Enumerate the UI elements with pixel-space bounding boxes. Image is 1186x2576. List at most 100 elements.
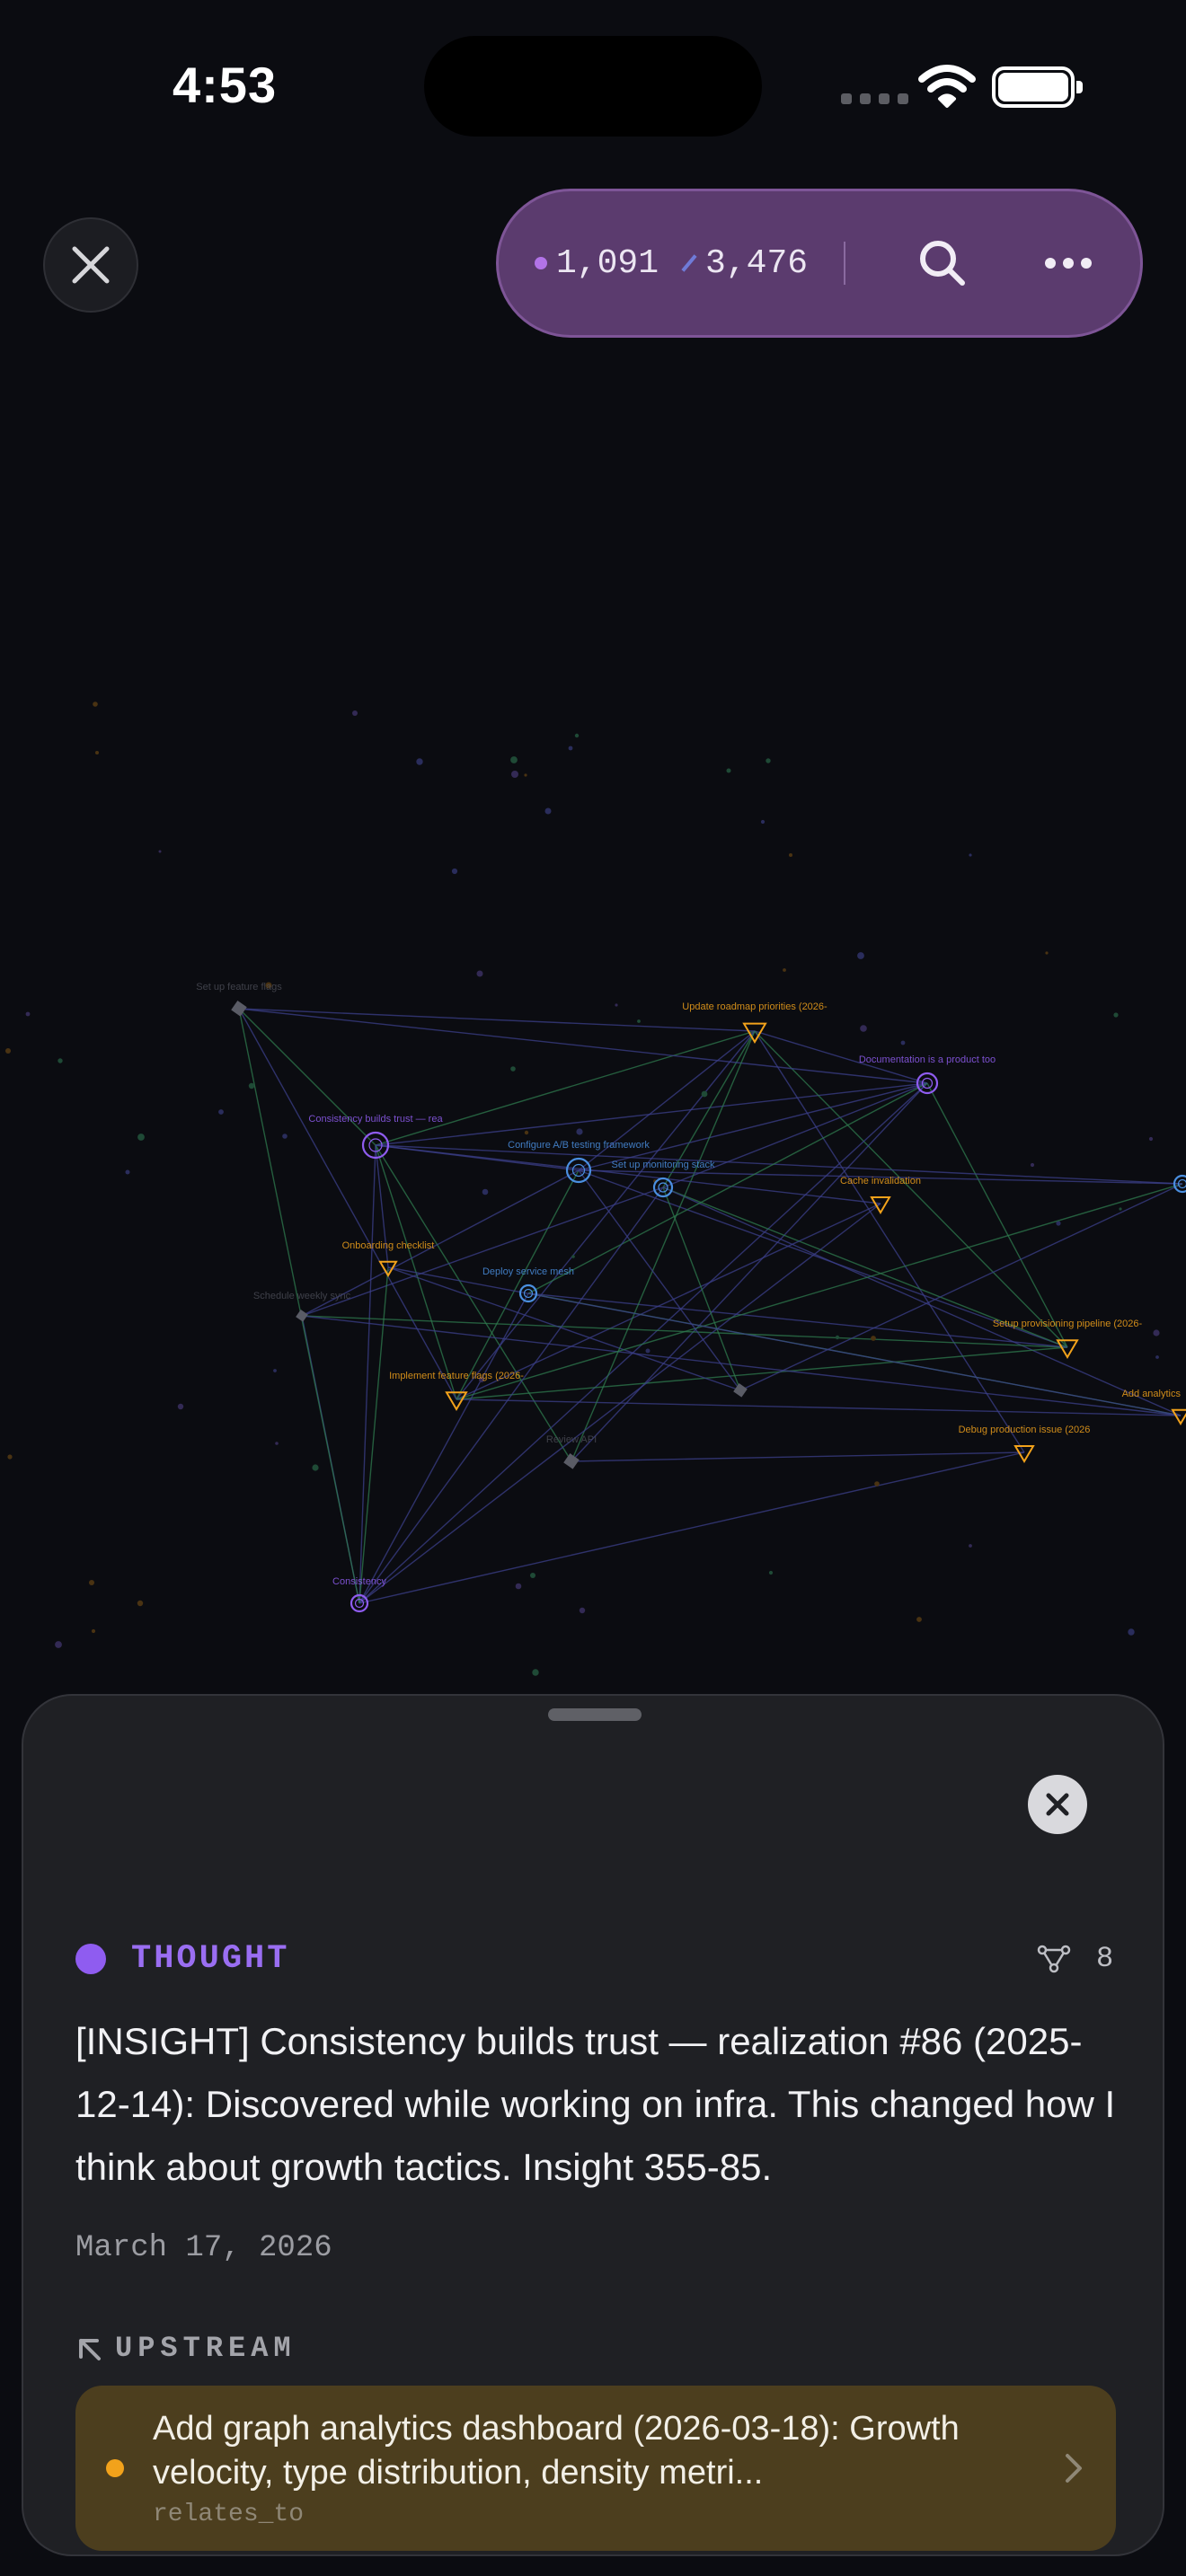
graph-edge xyxy=(527,1292,1068,1348)
node-detail-sheet: THOUGHT 8 [INSIGHT] Consistency builds t… xyxy=(22,1694,1164,2556)
graph-node-label: Setup provisioning pipeline (2026- xyxy=(993,1319,1143,1329)
graph-background-dot xyxy=(137,1134,145,1141)
graph-node-label: Set up feature flags xyxy=(196,982,282,992)
link-title: Add graph analytics dashboard (2026-03-1… xyxy=(153,2410,960,2492)
graph-edge xyxy=(238,1008,360,1604)
graph-background-dot xyxy=(158,850,162,853)
graph-edge xyxy=(578,1169,741,1391)
graph-node-label: Deploy service mesh xyxy=(482,1266,574,1277)
graph-edge xyxy=(358,1144,376,1604)
graph-background-dot xyxy=(95,751,99,754)
graph-node[interactable]: Documentation is a product too xyxy=(859,1054,996,1095)
graph-edge xyxy=(375,1144,572,1462)
type-color-dot xyxy=(75,1944,106,1974)
close-sheet-button[interactable] xyxy=(1028,1775,1087,1834)
link-type-dot xyxy=(106,2459,124,2477)
graph-background-dot xyxy=(1119,1207,1122,1211)
graph-node-label: Schedule weekly sync xyxy=(253,1291,351,1301)
graph-edge xyxy=(238,1008,457,1400)
graph-background-dot xyxy=(352,710,358,716)
graph-node-shape xyxy=(870,1196,891,1214)
graph-background-dot xyxy=(768,1570,774,1575)
graph-node[interactable]: Update roadmap priorities (2026- xyxy=(682,1001,828,1044)
toolbar-divider xyxy=(844,242,846,285)
graph-background-dot xyxy=(312,1464,319,1471)
graph-node[interactable]: Implement feature flags (2026- xyxy=(389,1371,524,1411)
node-type-label: THOUGHT xyxy=(131,1940,290,1978)
cellular-signal-icon xyxy=(841,93,908,104)
graph-background-dot xyxy=(1113,1012,1119,1018)
sheet-grabber[interactable] xyxy=(548,1708,642,1721)
graph-background-dot xyxy=(916,1617,922,1622)
graph-node-shape xyxy=(1171,1408,1186,1425)
edge-count: 3,476 xyxy=(705,243,809,283)
graph-background-dot xyxy=(282,1134,288,1139)
graph-node[interactable]: Set up feature flags xyxy=(196,982,282,1017)
knowledge-graph-canvas[interactable]: Consistency builds trust — rea Update roa… xyxy=(0,341,1186,1707)
link-relation: relates_to xyxy=(153,2501,305,2528)
graph-edge xyxy=(456,1398,1182,1416)
node-date: March 17, 2026 xyxy=(75,2231,332,2265)
graph-background-dot xyxy=(524,773,527,777)
graph-background-dot xyxy=(91,1628,96,1634)
graph-edge xyxy=(926,1082,1068,1348)
graph-background-dot xyxy=(544,807,552,815)
dynamic-island xyxy=(424,36,762,137)
close-graph-button[interactable] xyxy=(43,217,138,313)
graph-edge xyxy=(571,1451,1025,1462)
graph-background-dot xyxy=(969,853,972,857)
graph-node[interactable]: Set up monitoring stack xyxy=(612,1160,715,1198)
graph-edge xyxy=(662,1187,741,1391)
ellipsis-icon xyxy=(1045,258,1093,269)
graph-node[interactable]: Debug production issue (2026 xyxy=(959,1425,1091,1463)
node-count: 1,091 xyxy=(556,243,659,283)
graph-background-dot xyxy=(568,745,573,751)
upstream-section-header: UPSTREAM xyxy=(75,2332,296,2365)
graph-background-dot xyxy=(576,1128,583,1135)
status-time: 4:53 xyxy=(173,57,278,113)
graph-background-dot xyxy=(783,968,786,972)
graph-edge xyxy=(456,1183,1183,1400)
graph-background-dot xyxy=(835,1335,840,1340)
graph-node-label: Implement feature flags (2026- xyxy=(389,1371,524,1381)
graph-node[interactable] xyxy=(733,1383,748,1398)
node-count-stat: 1,091 xyxy=(535,244,659,283)
graph-background-dot xyxy=(871,1336,876,1341)
graph-edge xyxy=(238,1008,928,1084)
graph-background-dot xyxy=(1155,1355,1159,1359)
graph-background-dot xyxy=(511,771,518,778)
graph-edge xyxy=(238,1008,376,1146)
graph-background-dot xyxy=(726,768,731,773)
more-options-button[interactable] xyxy=(1014,209,1122,317)
graph-background-dot xyxy=(532,1669,539,1676)
node-body-text: [INSIGHT] Consistency builds trust — rea… xyxy=(75,2020,1116,2188)
graph-background-dot xyxy=(766,758,771,763)
graph-edge xyxy=(375,1144,881,1204)
graph-node-shape xyxy=(445,1391,468,1411)
graph-edge xyxy=(662,1082,928,1188)
wifi-icon xyxy=(918,65,976,108)
graph-node[interactable]: Review API xyxy=(546,1434,597,1469)
arrow-up-left-icon xyxy=(79,2338,101,2360)
graph-background-dot xyxy=(615,1003,618,1007)
graph-background-dot xyxy=(760,819,766,825)
graph-background-dot xyxy=(1045,951,1049,955)
upstream-link-card[interactable]: Add graph analytics dashboard (2026-03-1… xyxy=(75,2386,1116,2551)
graph-edge xyxy=(662,1187,1182,1416)
graph-svg[interactable]: Consistency builds trust — rea Update roa… xyxy=(0,341,1186,1707)
graph-background-dot xyxy=(860,1025,867,1032)
graph-background-dot xyxy=(510,1066,516,1072)
connections-badge[interactable]: 8 xyxy=(1037,1942,1113,1975)
graph-node-label: Consistency builds trust — rea xyxy=(308,1114,443,1125)
graph-background-dot xyxy=(416,758,423,765)
graph-background-dot xyxy=(1148,1136,1154,1142)
graph-edge xyxy=(358,1451,1025,1604)
battery-icon xyxy=(992,66,1083,108)
graph-edge xyxy=(527,1082,928,1294)
search-button[interactable] xyxy=(889,209,996,317)
graph-background-dot xyxy=(125,1169,130,1175)
graph-node[interactable]: Cache invalidation xyxy=(840,1176,921,1214)
graph-node-label: Documentation is a product too xyxy=(859,1054,996,1065)
graph-background-dot xyxy=(248,1082,255,1090)
close-icon xyxy=(1046,1793,1069,1816)
